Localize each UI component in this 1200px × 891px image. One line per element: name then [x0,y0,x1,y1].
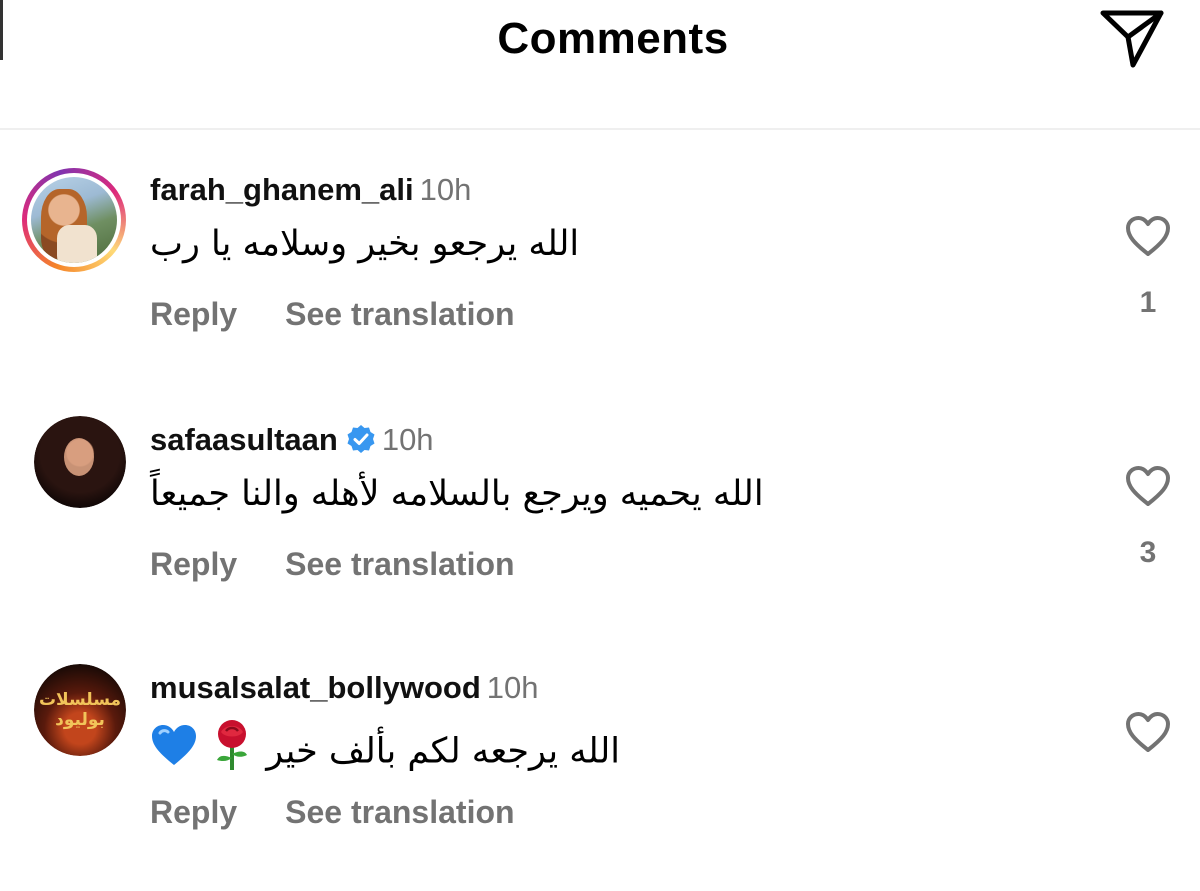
comment-meta: farah_ghanem_ali 10h [150,170,471,210]
heart-icon [1126,712,1170,752]
comment-actions: Reply See translation [150,792,515,832]
comment-time: 10h [381,422,434,457]
page-title: Comments [497,14,729,63]
like-count: 1 [1139,286,1157,319]
see-translation-button[interactable]: See translation [285,296,514,332]
reply-button[interactable]: Reply [150,794,237,830]
comment-time: 10h [486,670,539,705]
comment-item: مسلسلات بوليود musalsalat_bollywood 10h ا… [0,648,1200,878]
paper-plane-icon [1100,10,1164,68]
reply-button[interactable]: Reply [150,546,237,582]
comment-meta: safaasultaan 10h [150,420,434,464]
comment-username[interactable]: farah_ghanem_ali [150,172,414,207]
see-translation-button[interactable]: See translation [285,546,514,582]
like-button[interactable] [1124,212,1172,260]
comment-item: farah_ghanem_ali 10h الله يرجعو بخير وسلا… [0,150,1200,380]
share-button[interactable] [1096,6,1168,70]
comment-text: الله يرجعو بخير وسلامه يا رب [150,224,580,264]
like-button[interactable] [1124,462,1172,510]
avatar[interactable]: مسلسلات بوليود [34,664,126,756]
reply-button[interactable]: Reply [150,296,237,332]
rose-icon [209,718,255,785]
avatar-logo: مسلسلات بوليود [38,690,122,730]
avatar-story-ring[interactable] [22,168,126,272]
like-count: 3 [1139,536,1157,569]
comment-username[interactable]: musalsalat_bollywood [150,670,481,705]
avatar-image [34,416,126,508]
comment-username[interactable]: safaasultaan [150,422,338,457]
comment-time: 10h [419,172,472,207]
comment-actions: Reply See translation [150,294,515,334]
comment-text-row: الله يرجعه لكم بألف خير [150,718,620,785]
avatar[interactable] [34,416,126,508]
comment-meta: musalsalat_bollywood 10h [150,668,539,708]
like-button[interactable] [1124,708,1172,756]
heart-icon [1126,216,1170,256]
blue-heart-icon [150,723,198,780]
avatar-image: مسلسلات بوليود [34,664,126,756]
avatar [31,177,117,263]
see-translation-button[interactable]: See translation [285,794,514,830]
comment-text: الله يحميه ويرجع بالسلامه لأهله والنا جم… [150,474,764,514]
comments-header: Comments [0,0,1200,130]
comment-actions: Reply See translation [150,544,515,584]
comment-item: safaasultaan 10h الله يحميه ويرجع بالسلام… [0,400,1200,630]
heart-icon [1126,466,1170,506]
comment-text: الله يرجعه لكم بألف خير [266,731,620,772]
verified-badge-icon [346,424,376,464]
